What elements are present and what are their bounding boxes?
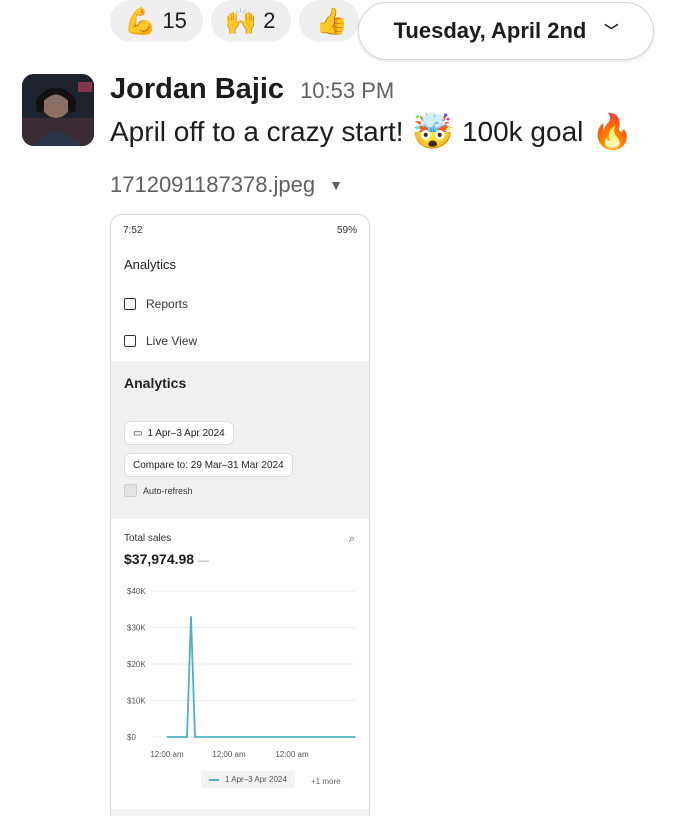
chart-legend: 1 Apr–3 Apr 2024 [201, 771, 295, 788]
x-tick-label: 12:00 am [150, 750, 184, 759]
attachment-image[interactable]: 7:52 59% Analytics Reports Live View Ana… [110, 214, 370, 816]
exploding-head-icon: 🤯 [411, 113, 454, 151]
legend-swatch [209, 778, 219, 781]
legend-label: 1 Apr–3 Apr 2024 [225, 775, 287, 784]
phone-header-title: Analytics [124, 257, 177, 272]
y-tick-label: $10K [127, 697, 146, 706]
phone-status-time: 7:52 [123, 224, 143, 236]
data-point [194, 736, 196, 738]
phone-date-range-label: 1 Apr–3 Apr 2024 [147, 427, 225, 439]
attachment-name[interactable]: 1712091187378.jpeg ▼ [110, 172, 343, 198]
data-point [354, 736, 356, 738]
data-point [186, 736, 188, 738]
phone-total-sales-amount: $37,974.98 [124, 551, 195, 567]
explore-icon: ⌕ [348, 533, 355, 545]
reaction-flexed-biceps[interactable]: 💪 15 [110, 0, 203, 42]
date-divider-label: Tuesday, April 2nd [393, 18, 587, 43]
reaction-raising-hands[interactable]: 🙌 2 [210, 0, 292, 42]
phone-filters-section: Analytics ▭ 1 Apr–3 Apr 2024 Compare to:… [111, 361, 369, 519]
phone-battery: 59% [336, 224, 357, 236]
phone-nav-label: Reports [146, 297, 189, 311]
flexed-biceps-icon: 💪 [124, 6, 157, 36]
phone-nav-label: Live View [146, 334, 198, 348]
reports-icon [124, 298, 136, 310]
y-tick-label: $20K [127, 660, 146, 669]
reaction-count: 15 [162, 8, 187, 33]
message-header: Jordan Bajic 10:53 PM [110, 73, 394, 106]
phone-section-title: Analytics [124, 375, 187, 391]
phone-auto-refresh: Auto-refresh [124, 484, 193, 497]
x-tick-label: 12:00 am [275, 750, 309, 759]
reaction-thumbs-up[interactable]: 👍 [299, 0, 360, 42]
message-text-part: 100k goal [461, 116, 584, 147]
data-point [166, 736, 168, 738]
phone-sales-card: Total sales ⌕ $37,974.98 — $40K $30K $20K $… [111, 519, 369, 809]
live-view-icon [124, 335, 136, 347]
x-tick-label: 12:00 am [212, 750, 246, 759]
message-text: April off to a crazy start! 🤯 100k goal … [110, 115, 634, 149]
raising-hands-icon: 🙌 [224, 6, 258, 36]
checkbox-icon [124, 484, 137, 497]
phone-auto-refresh-label: Auto-refresh [143, 485, 193, 496]
attachment-file-name: 1712091187378.jpeg [110, 172, 316, 197]
data-point [190, 615, 192, 618]
y-tick-label: $30K [127, 624, 146, 633]
date-divider-button[interactable]: Tuesday, April 2nd ﹀ [358, 2, 654, 60]
phone-compare: Compare to: 29 Mar–31 Mar 2024 [124, 453, 293, 477]
phone-status-bar: 7:52 59% [111, 215, 369, 245]
y-tick-label: $40K [127, 587, 146, 596]
series-line [167, 616, 355, 738]
calendar-icon: ▭ [133, 427, 143, 439]
phone-compare-label: Compare to: 29 Mar–31 Mar 2024 [133, 459, 284, 471]
phone-date-range: ▭ 1 Apr–3 Apr 2024 [124, 421, 234, 445]
fire-icon: 🔥 [591, 113, 634, 151]
sales-line-chart: $40K $30K $20K $10K $0 12:00 am 12:00 am 12:00 … [127, 587, 356, 759]
avatar[interactable] [22, 74, 94, 146]
phone-total-sales-dash: — [197, 555, 209, 567]
chevron-down-icon: ﹀ [604, 23, 619, 39]
phone-analytics-menu: Analytics Reports Live View [111, 245, 369, 361]
caret-down-icon[interactable]: ▼ [329, 177, 343, 193]
reactions-bar: 💪 15 🙌 2 👍 [110, 0, 360, 42]
data-point [258, 736, 260, 738]
thumbs-up-icon: 👍 [315, 6, 348, 36]
phone-total-sales-label: Total sales [124, 533, 172, 544]
reaction-count: 2 [263, 8, 276, 33]
author-name[interactable]: Jordan Bajic [110, 73, 284, 106]
message-text-part: April off to a crazy start! [110, 116, 404, 147]
message-timestamp[interactable]: 10:53 PM [300, 78, 394, 104]
y-tick-label: $0 [127, 733, 136, 742]
phone-total-sales-value: $37,974.98 — [124, 551, 209, 567]
phone-nav-live-view: Live View [124, 334, 197, 348]
phone-nav-reports: Reports [124, 297, 188, 311]
legend-more: +1 more [311, 777, 341, 786]
